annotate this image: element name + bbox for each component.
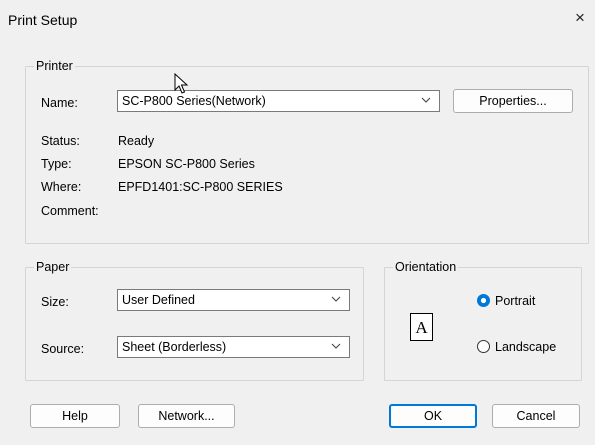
type-value: EPSON SC-P800 Series — [118, 157, 255, 171]
status-value: Ready — [118, 134, 155, 148]
portrait-radio[interactable]: Portrait — [475, 293, 575, 311]
radio-selected-icon — [477, 294, 490, 307]
paper-size-combobox[interactable]: User Defined — [117, 289, 350, 311]
portrait-label: Portrait — [495, 294, 536, 308]
network-button[interactable]: Network... — [138, 404, 235, 428]
comment-label: Comment: — [41, 204, 99, 218]
properties-button[interactable]: Properties... — [453, 89, 573, 113]
chevron-down-icon — [421, 97, 431, 103]
paper-source-value: Sheet (Borderless) — [122, 340, 227, 354]
chevron-down-icon — [331, 343, 341, 349]
source-label: Source: — [41, 342, 85, 356]
type-label: Type: — [41, 157, 72, 171]
where-label: Where: — [41, 180, 82, 194]
landscape-label: Landscape — [495, 340, 557, 354]
mouse-cursor-icon — [174, 73, 189, 94]
portrait-page-letter: A — [415, 318, 428, 337]
landscape-radio[interactable]: Landscape — [475, 339, 579, 357]
portrait-page-icon: A — [410, 313, 433, 341]
where-value: EPFD1401:SC-P800 SERIES — [118, 180, 283, 194]
printer-group: Printer Name: SC-P800 Series(Network) Pr… — [25, 58, 589, 244]
chevron-down-icon — [331, 296, 341, 302]
printer-group-label: Printer — [34, 58, 75, 74]
orientation-group-label: Orientation — [393, 259, 459, 275]
size-label: Size: — [41, 295, 69, 309]
dialog-title: Print Setup — [8, 12, 78, 28]
ok-button[interactable]: OK — [389, 404, 477, 428]
status-label: Status: — [41, 134, 80, 148]
paper-source-combobox[interactable]: Sheet (Borderless) — [117, 336, 350, 358]
printer-name-combobox[interactable]: SC-P800 Series(Network) — [117, 90, 440, 112]
paper-group: Paper Size: User Defined Source: Sheet (… — [25, 259, 364, 381]
paper-size-value: User Defined — [122, 293, 195, 307]
radio-unselected-icon — [477, 340, 490, 353]
close-icon[interactable]: × — [575, 8, 585, 28]
help-button[interactable]: Help — [30, 404, 120, 428]
cancel-button[interactable]: Cancel — [492, 404, 580, 428]
paper-group-label: Paper — [34, 259, 72, 275]
printer-name-value: SC-P800 Series(Network) — [122, 94, 266, 108]
name-label: Name: — [41, 96, 78, 110]
